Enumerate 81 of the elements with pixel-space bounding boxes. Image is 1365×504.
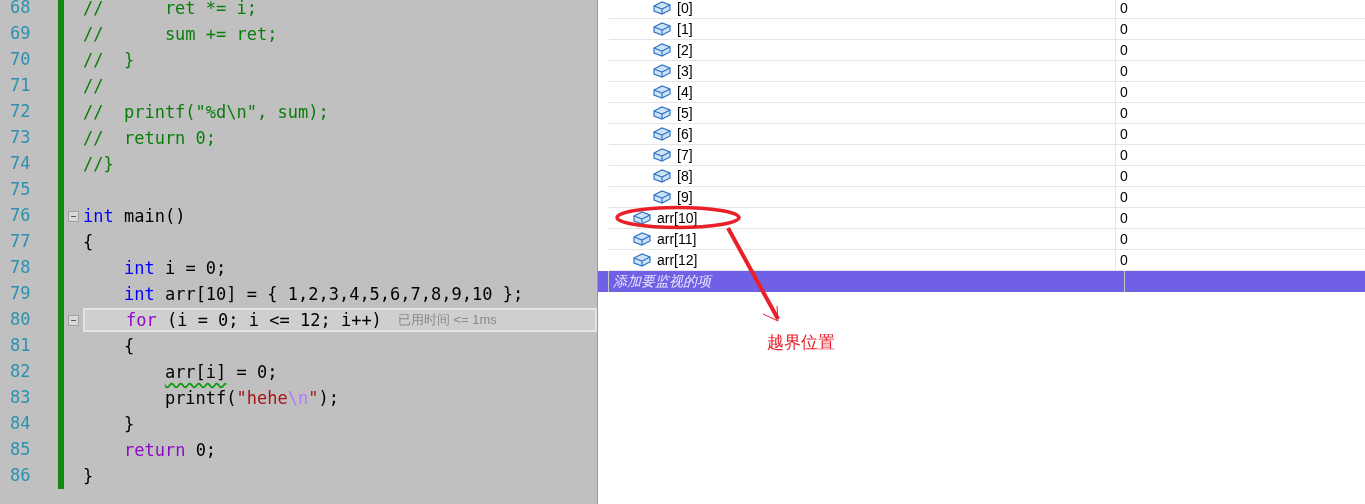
variable-value: 0 [1120,166,1128,186]
variable-name: [3] [677,61,693,81]
variable-name: [6] [677,124,693,144]
variable-value: 0 [1120,82,1128,102]
line-number: 79 [9,282,32,306]
line-number: 73 [9,126,32,150]
variable-value: 0 [1120,124,1128,144]
collapse-icon[interactable] [68,314,79,326]
variable-name: [8] [677,166,693,186]
collapse-icon[interactable] [68,210,79,222]
variable-value: 0 [1120,145,1128,165]
variable-name: [4] [677,82,693,102]
line-number: 70 [9,48,32,72]
line-number: 84 [9,412,32,436]
variable-icon [653,126,671,142]
line-number: 86 [9,464,32,488]
variable-icon [653,42,671,58]
code-line: // printf("%d\n", sum); [83,101,329,124]
code-line: { [83,231,94,254]
variable-icon [653,189,671,205]
code-line: // [83,75,104,98]
code-line: } [83,465,94,488]
line-number: 74 [9,152,32,176]
code-line: // sum += ret; [83,23,278,46]
variable-value: 0 [1120,0,1128,18]
variable-icon [633,252,651,268]
variable-name: arr[12] [657,250,698,270]
code-line: // return 0; [83,127,217,150]
variable-name: arr[10] [657,208,698,228]
variable-value: 0 [1120,250,1128,270]
line-number: 75 [9,178,32,202]
variable-value: 0 [1120,61,1128,81]
variable-name: [2] [677,40,693,60]
annotation-label: 越界位置 [767,332,835,354]
code-line: //} [83,153,114,176]
line-number: 71 [9,74,32,98]
line-number: 72 [9,100,32,124]
variable-icon [653,0,671,16]
variable-icon [653,168,671,184]
line-number: 78 [9,256,32,280]
code-line: { [122,335,135,358]
line-number: 68 [9,0,32,20]
variable-name: [0] [677,0,693,18]
line-number: 76 [9,204,32,228]
variable-icon [653,84,671,100]
line-number: 77 [9,230,32,254]
variable-icon [633,210,651,226]
line-number: 85 [9,438,32,462]
variable-value: 0 [1120,103,1128,123]
code-line: } [122,413,135,436]
code-line: // } [83,49,135,72]
code-line: int arr[10] = { 1,2,3,4,5,6,7,8,9,10 }; [122,283,524,306]
line-number: 83 [9,386,32,410]
code-line: printf("hehe\n"); [163,387,339,410]
variable-icon [653,21,671,37]
variable-value: 0 [1120,40,1128,60]
variable-value: 0 [1120,19,1128,39]
code-line: arr[i] = 0; [163,361,278,384]
variable-value: 0 [1120,229,1128,249]
add-watch-field[interactable]: 添加要监视的项 [598,271,1365,292]
elapsed-time-hint: 已用时间 <= 1ms [397,311,497,330]
variable-icon [653,147,671,163]
line-number: 82 [9,360,32,384]
code-line: for (i = 0; i <= 12; i++) [124,309,382,332]
variable-name: [7] [677,145,693,165]
variable-icon [633,231,651,247]
variable-icon [653,105,671,121]
variable-name: [1] [677,19,693,39]
variable-name: [9] [677,187,693,207]
code-line: int main() [83,205,186,228]
variable-icon [653,63,671,79]
line-number: 80 [9,308,32,332]
code-line: return 0; [122,439,217,462]
code-line: int i = 0; [122,257,227,280]
variable-name: arr[11] [657,229,697,249]
line-number: 81 [9,334,32,358]
code-line: // ret *= i; [83,0,257,20]
variable-value: 0 [1120,208,1128,228]
variable-value: 0 [1120,187,1128,207]
line-number: 69 [9,22,32,46]
variable-name: [5] [677,103,693,123]
